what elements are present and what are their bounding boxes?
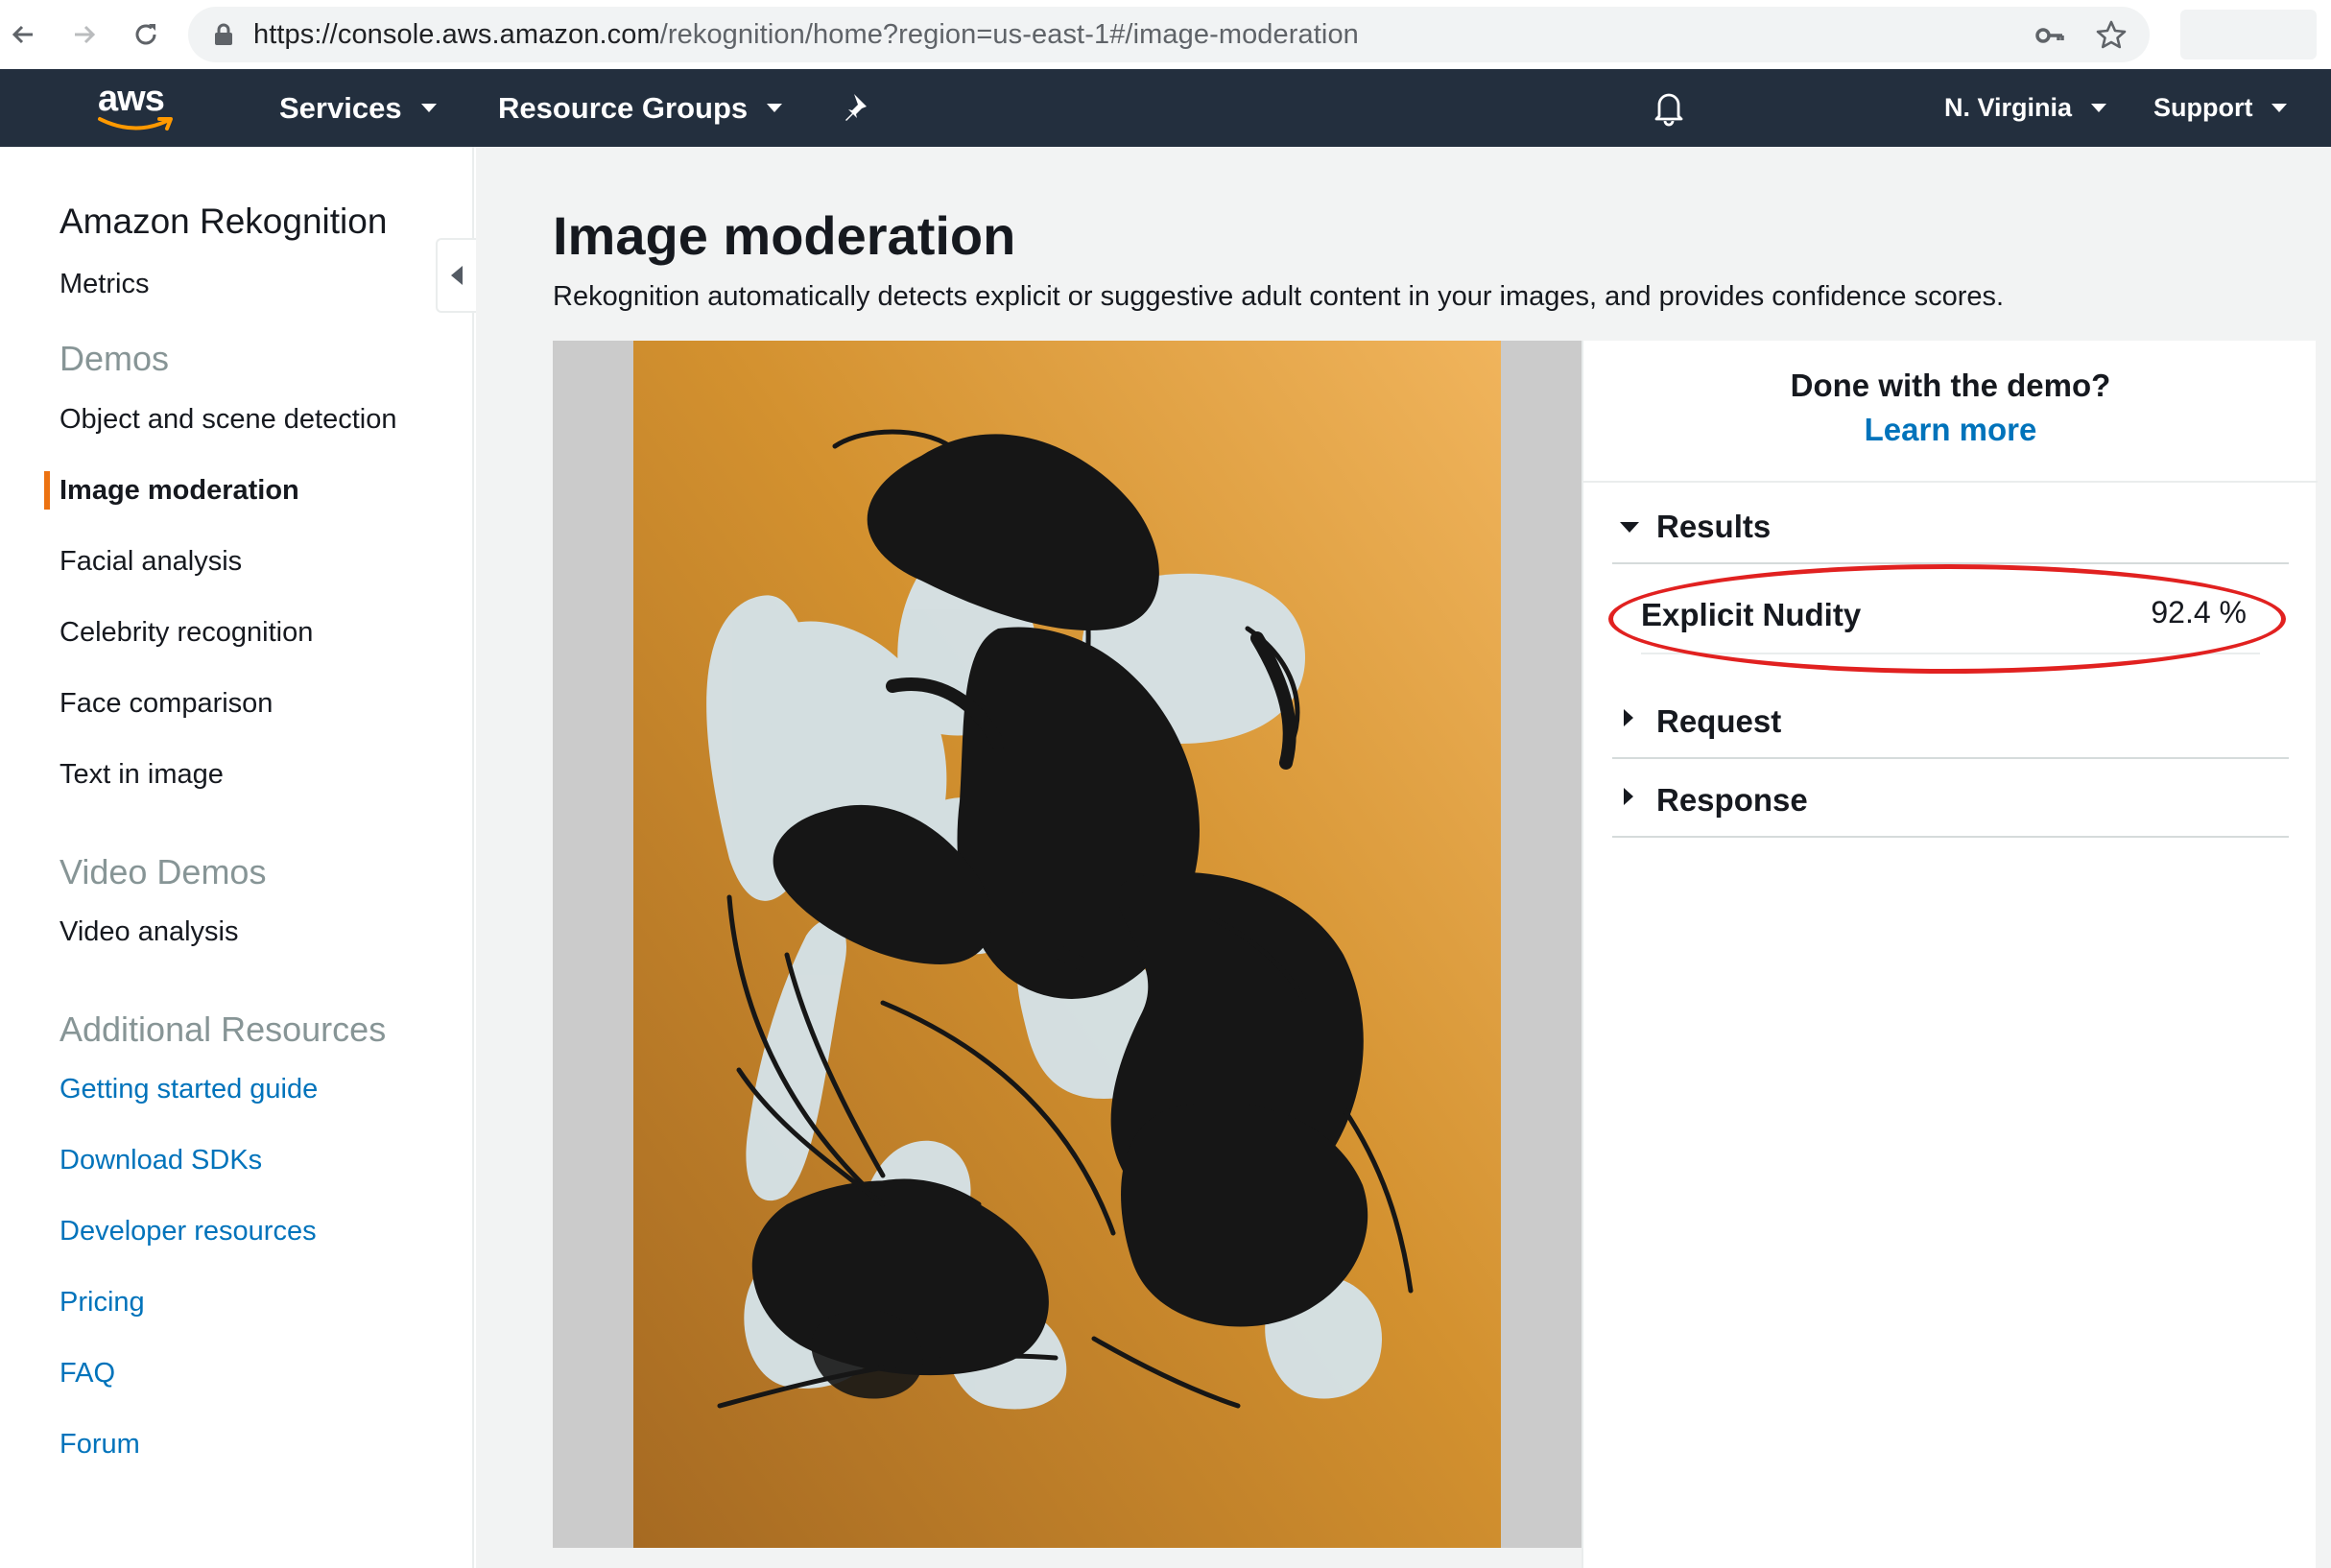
chevron-down-icon [2091,104,2107,112]
resource-groups-menu[interactable]: Resource Groups [498,69,783,147]
resource-groups-label: Resource Groups [498,90,749,125]
done-with-demo-heading: Done with the demo? [1790,368,2111,403]
region-menu[interactable]: N. Virginia [1944,69,2107,147]
aws-logo-text: aws [98,79,165,119]
region-label: N. Virginia [1944,93,2073,122]
sidebar-link-pricing[interactable]: Pricing [59,1287,145,1319]
caret-right-icon [1624,788,1633,805]
services-label: Services [279,90,402,125]
sidebar-link-faq[interactable]: FAQ [59,1358,115,1390]
sidebar-section-video-demos: Video Demos [59,852,267,891]
url-path: /rekognition/home?region=us-east-1#/imag… [659,19,1359,50]
page-title: Image moderation [553,205,1016,266]
address-bar[interactable]: https://console.aws.amazon.com/rekogniti… [188,7,2150,62]
sidebar-item-face-comparison[interactable]: Face comparison [59,688,273,720]
bell-icon[interactable] [1651,88,1687,127]
reload-icon[interactable] [123,12,169,58]
results-section-toggle[interactable]: Results [1612,487,2289,564]
sidebar-link-forum[interactable]: Forum [59,1429,140,1461]
chevron-down-icon [420,104,437,112]
sidebar-collapse-button[interactable] [436,238,476,313]
results-label: Results [1656,509,1772,544]
learn-more-link[interactable]: Learn more [1583,412,2318,448]
annotation-ellipse [1608,564,2286,674]
sidebar-section-additional-resources: Additional Resources [59,1010,387,1049]
response-label: Response [1656,782,1808,818]
main-content: Image moderation Rekognition automatical… [476,147,2331,1568]
sidebar-item-object-scene-detection[interactable]: Object and scene detection [59,404,396,436]
page-description: Rekognition automatically detects explic… [553,281,2005,312]
request-section-toggle[interactable]: Request [1612,682,2289,759]
sidebar-section-demos: Demos [59,339,170,378]
divider [1583,481,2318,483]
back-icon[interactable] [0,12,46,58]
aws-smile-icon [98,117,173,131]
sidebar-link-developer-resources[interactable]: Developer resources [59,1216,317,1247]
response-section-toggle[interactable]: Response [1612,761,2289,838]
sidebar-item-celebrity-recognition[interactable]: Celebrity recognition [59,617,313,649]
sidebar-item-text-in-image[interactable]: Text in image [59,759,224,791]
aws-logo[interactable]: aws [92,79,180,136]
browser-toolbar: https://console.aws.amazon.com/rekogniti… [0,0,2331,69]
results-panel: Done with the demo? Learn more Results E… [1582,341,2318,1568]
sidebar-link-getting-started[interactable]: Getting started guide [59,1074,318,1105]
sidebar-item-image-moderation[interactable]: Image moderation [59,475,299,507]
sidebar: Amazon Rekognition Metrics Demos Object … [0,147,474,1568]
sidebar-item-video-analysis[interactable]: Video analysis [59,916,238,948]
caret-right-icon [1624,709,1633,726]
sidebar-item-metrics[interactable]: Metrics [59,269,149,300]
url-text: https://console.aws.amazon.com/rekogniti… [253,7,1359,62]
url-host: https://console.aws.amazon.com [253,19,660,50]
artwork-image [633,341,1501,1548]
pin-icon[interactable] [843,90,875,123]
chevron-down-icon [2272,104,2288,112]
star-icon[interactable] [2095,19,2128,52]
sidebar-item-facial-analysis[interactable]: Facial analysis [59,546,242,578]
chevron-down-icon [767,104,783,112]
request-label: Request [1656,703,1782,739]
sidebar-title[interactable]: Amazon Rekognition [59,202,387,242]
image-preview-panel [553,341,1582,1548]
forward-icon[interactable] [61,12,107,58]
browser-profile-area[interactable] [2180,10,2317,59]
key-icon[interactable] [2034,19,2066,52]
services-menu[interactable]: Services [279,69,437,147]
lock-icon [215,23,232,45]
caret-down-icon [1620,522,1639,533]
support-menu[interactable]: Support [2153,69,2288,147]
active-indicator [44,471,50,510]
aws-top-navigation: aws Services Resource Groups N. Virginia… [0,69,2331,147]
sidebar-link-download-sdks[interactable]: Download SDKs [59,1145,262,1176]
caret-left-icon [451,266,463,285]
support-label: Support [2153,93,2253,122]
